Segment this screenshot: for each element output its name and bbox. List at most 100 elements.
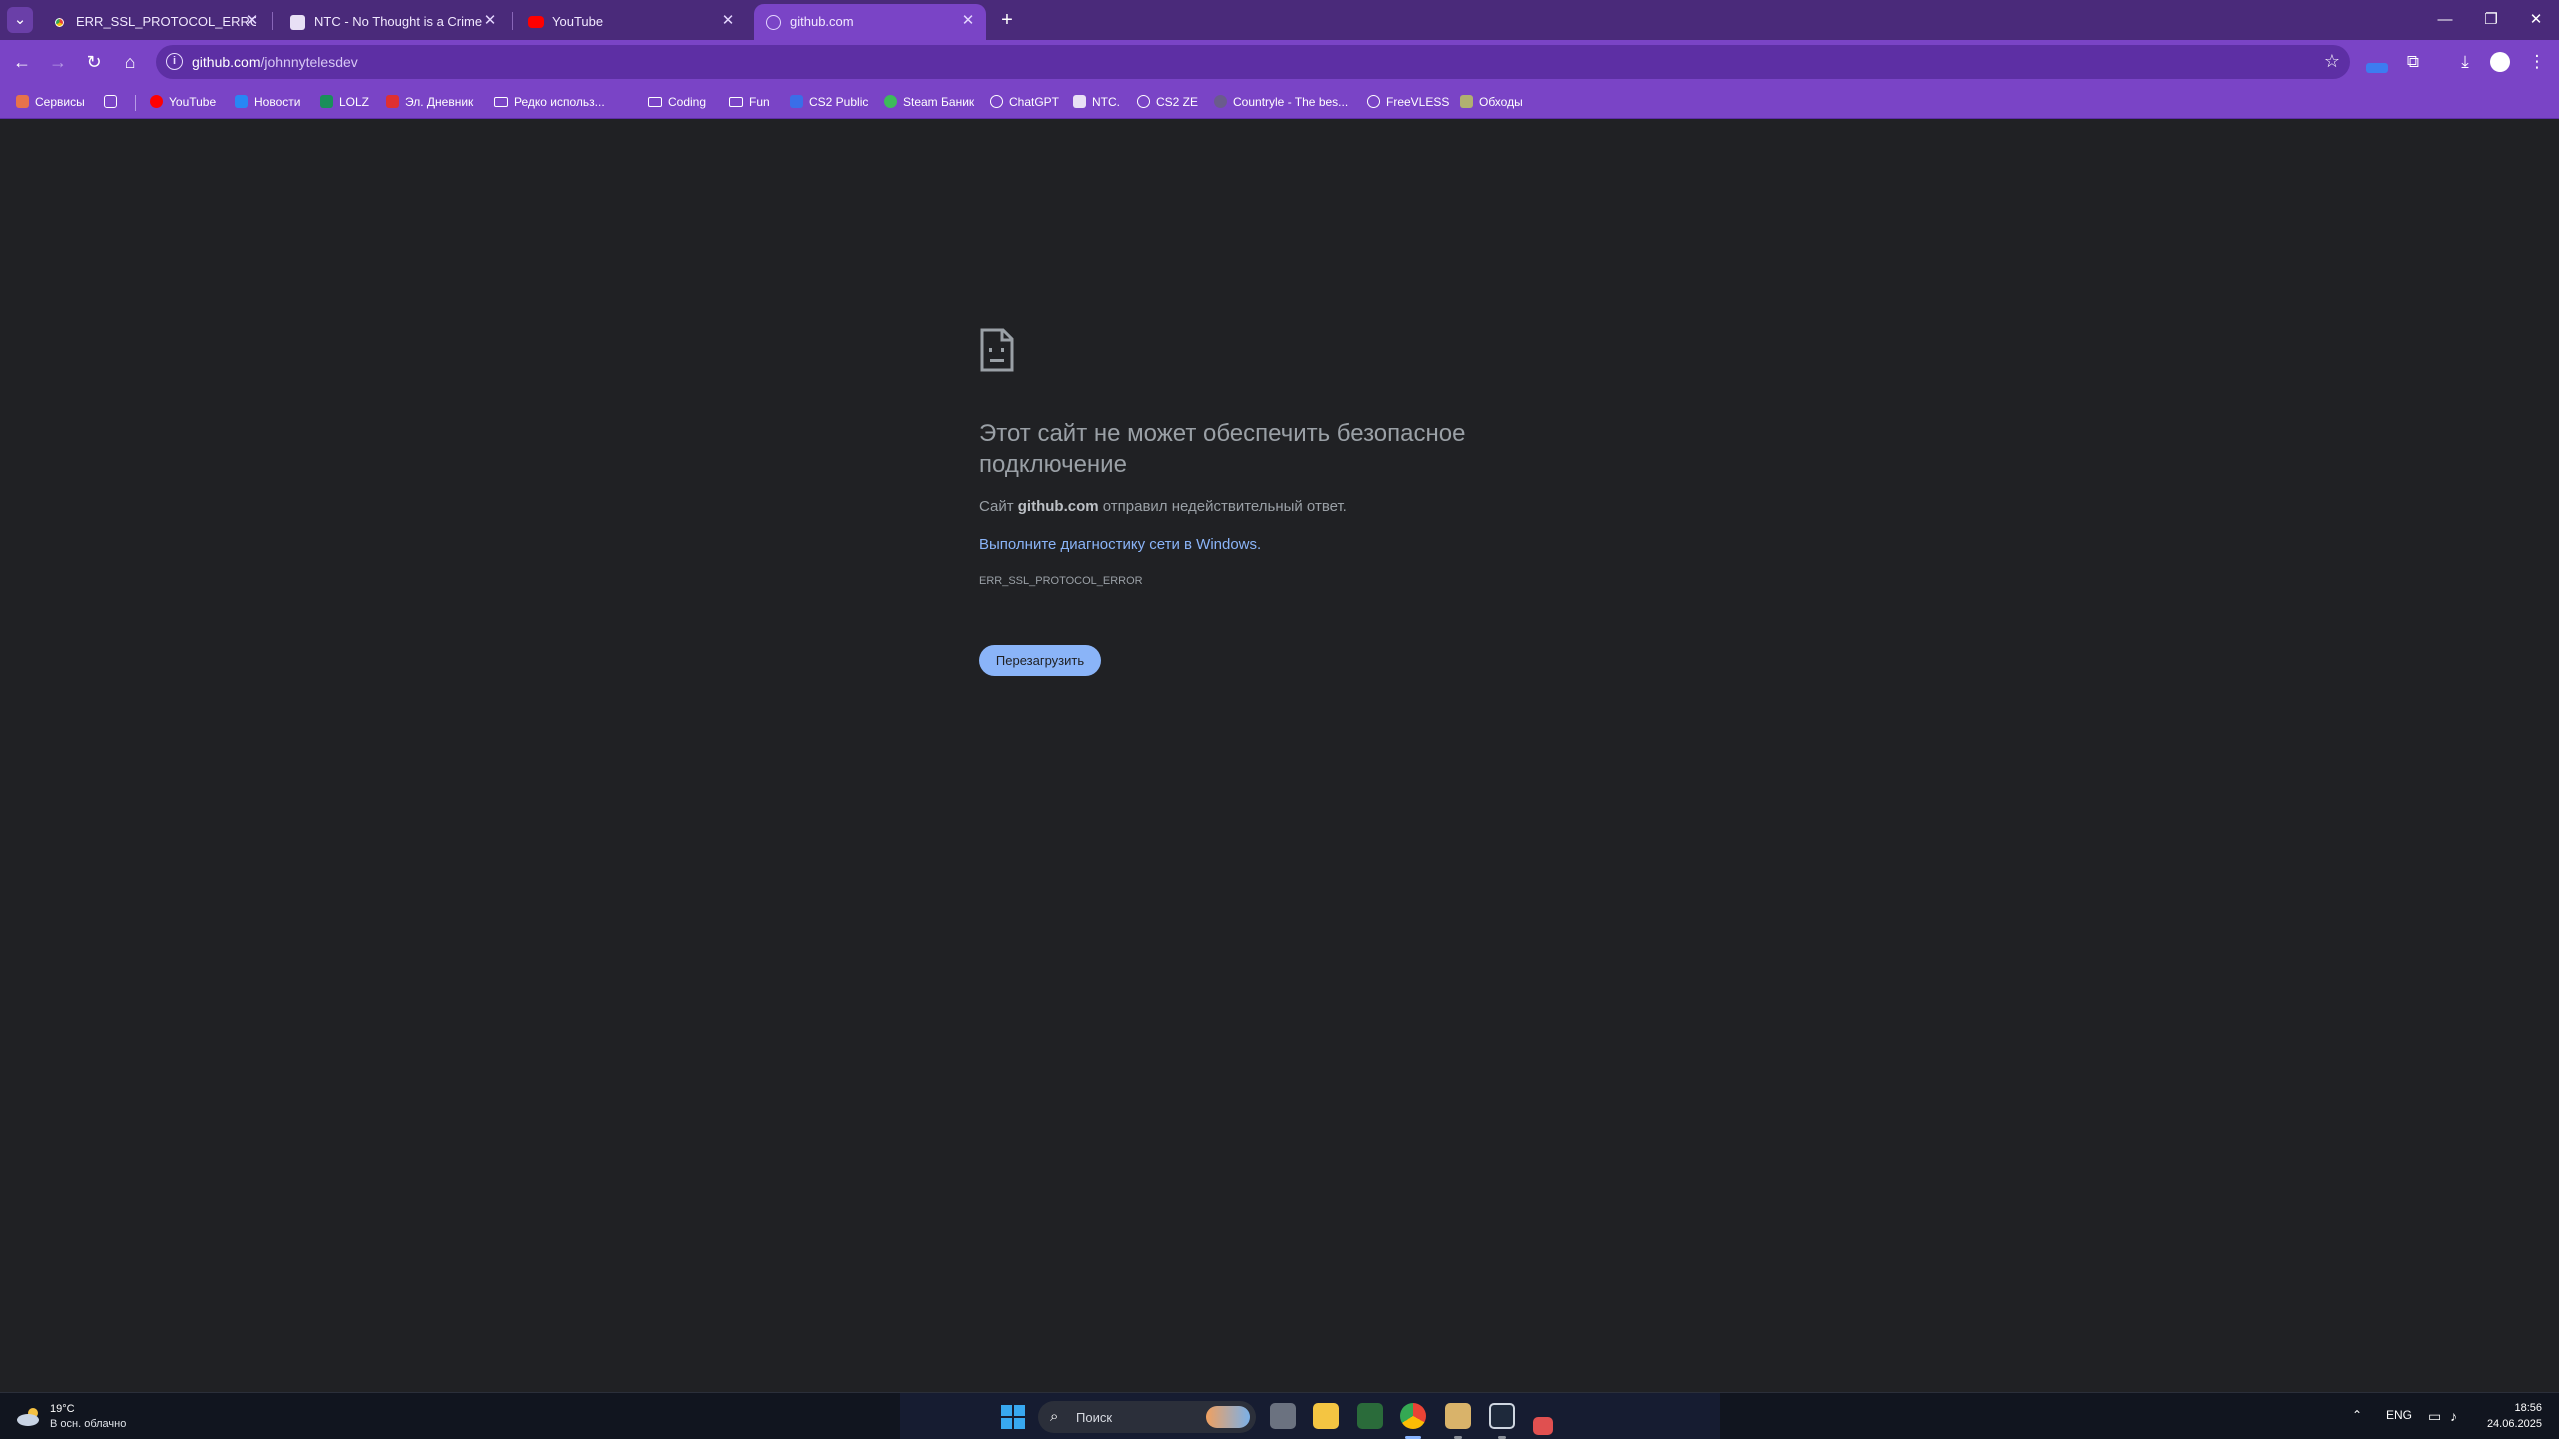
- extensions-puzzle-icon[interactable]: ⧉: [2400, 49, 2426, 75]
- tab-separator: [272, 12, 273, 30]
- cloudy-weather-icon[interactable]: [16, 1406, 44, 1426]
- bookmark-label: Новости: [254, 95, 301, 109]
- extension-icon[interactable]: [2366, 63, 2388, 73]
- tab-close-icon[interactable]: ✕: [958, 11, 978, 31]
- chrome-icon: [52, 15, 67, 30]
- tab-title: YouTube: [552, 14, 604, 29]
- youtube-icon: [150, 95, 163, 108]
- countryle-icon: [1214, 95, 1227, 108]
- weather-description[interactable]: В осн. облачно: [50, 1418, 126, 1430]
- search-icon: ⌕: [1050, 1408, 1059, 1425]
- language-indicator[interactable]: ENG: [2386, 1408, 2412, 1422]
- new-tab-button[interactable]: +: [994, 7, 1020, 33]
- bookmark-star-icon[interactable]: ☆: [2324, 51, 2340, 72]
- ntc-icon: [290, 15, 305, 30]
- chrome-icon[interactable]: [1400, 1403, 1426, 1429]
- address-bar[interactable]: i github.com/johnnytelesdev ☆: [156, 45, 2350, 79]
- bookmark-label: Fun: [749, 95, 770, 109]
- error-msg-suffix: отправил недействительный ответ.: [1102, 498, 1347, 515]
- bookmark-lolz[interactable]: LOLZ: [320, 93, 369, 111]
- zl-app-icon[interactable]: [1357, 1403, 1383, 1429]
- bookmark-news[interactable]: Новости: [235, 93, 300, 111]
- bookmark-label: Редко использ...: [514, 95, 605, 109]
- steam-icon: [884, 95, 897, 108]
- back-button[interactable]: ←: [8, 48, 36, 76]
- url-text[interactable]: github.com/johnnytelesdev: [192, 54, 358, 70]
- weather-temperature[interactable]: 19°C: [50, 1403, 75, 1415]
- bookmark-folder-coding[interactable]: Coding: [648, 93, 706, 111]
- download-icon[interactable]: ⤓: [2452, 49, 2478, 75]
- bookmark-label: Coding: [668, 95, 707, 109]
- restore-button[interactable]: ❐: [2468, 0, 2514, 40]
- file-explorer-icon[interactable]: [1313, 1403, 1339, 1429]
- tab-close-icon[interactable]: ✕: [480, 11, 500, 31]
- menu-kebab-icon[interactable]: ⋮: [2524, 49, 2550, 75]
- bookmark-ntc[interactable]: NTC.: [1073, 93, 1120, 111]
- globe-icon: [1137, 95, 1150, 108]
- clock-date[interactable]: 24.06.2025: [2482, 1418, 2542, 1430]
- cs2-icon: [790, 95, 803, 108]
- bookmark-label: Сервисы: [35, 95, 85, 109]
- bookmark-folder-rarely[interactable]: Редко использ...: [494, 93, 605, 111]
- error-message: Сайт github.com отправил недействительны…: [979, 498, 1347, 515]
- bookmark-freevless[interactable]: FreeVLESS: [1367, 93, 1449, 111]
- clock-time[interactable]: 18:56: [2482, 1402, 2542, 1414]
- error-msg-host: github.com: [1017, 498, 1099, 515]
- bookmark-label: CS2 ZE: [1156, 95, 1199, 109]
- start-button[interactable]: [1001, 1405, 1025, 1429]
- bookmarks-bar: Сервисы YouTube Новости LOLZ Эл. Дневник…: [0, 85, 2559, 119]
- bookmark-label: ChatGPT: [1009, 95, 1060, 109]
- bookmark-chatgpt[interactable]: ChatGPT: [990, 93, 1059, 111]
- bookmark-youtube[interactable]: YouTube: [150, 93, 216, 111]
- bookmark-grid[interactable]: [104, 93, 123, 111]
- tab-title: NTC - No Thought is a Crime: [314, 14, 483, 29]
- youtube-icon: [528, 16, 544, 28]
- task-view-icon[interactable]: [1270, 1403, 1296, 1429]
- reload-button[interactable]: Перезагрузить: [979, 645, 1101, 676]
- error-code: ERR_SSL_PROTOCOL_ERROR: [979, 575, 1143, 587]
- tray-overflow-icon[interactable]: ⌃: [2352, 1408, 2362, 1422]
- bookmark-diary[interactable]: Эл. Дневник: [386, 93, 473, 111]
- sad-document-icon: [980, 328, 1014, 372]
- site-info-icon[interactable]: i: [166, 53, 183, 70]
- bookmark-steam[interactable]: Steam Баник: [884, 93, 974, 111]
- tab-close-icon[interactable]: ✕: [242, 11, 262, 31]
- screen: ⌄ ERR_SSL_PROTOCOL_ERROR за ✕ NTC - No T…: [0, 0, 2559, 1439]
- bookmark-cs2-public[interactable]: CS2 Public: [790, 93, 868, 111]
- taskbar-search[interactable]: ⌕ Поиск: [1038, 1401, 1256, 1433]
- bookmark-folder-fun[interactable]: Fun: [729, 93, 770, 111]
- home-button[interactable]: ⌂: [116, 48, 144, 76]
- tab-ntc[interactable]: NTC - No Thought is a Crime ✕: [278, 4, 508, 40]
- lolz-icon: [320, 95, 333, 108]
- bookmark-label: Эл. Дневник: [405, 95, 474, 109]
- bookmark-services[interactable]: Сервисы: [16, 93, 85, 111]
- minimize-button[interactable]: —: [2422, 0, 2468, 40]
- grid-icon: [104, 95, 117, 108]
- terminal-icon[interactable]: [1489, 1403, 1515, 1429]
- browser-toolbar: ← → ↻ ⌂ i github.com/johnnytelesdev ☆ ⧉ …: [0, 40, 2559, 85]
- app-icon[interactable]: [1533, 1417, 1553, 1435]
- tab-err-ssl[interactable]: ERR_SSL_PROTOCOL_ERROR за ✕: [40, 4, 270, 40]
- network-diagnostics-link[interactable]: Выполните диагностику сети в Windows.: [979, 536, 1261, 553]
- app-icon[interactable]: [1445, 1403, 1471, 1429]
- tab-youtube[interactable]: YouTube ✕: [516, 4, 746, 40]
- close-window-button[interactable]: ✕: [2513, 0, 2559, 40]
- folder-icon: [494, 97, 508, 107]
- bookmark-cs2-ze[interactable]: CS2 ZE: [1137, 93, 1198, 111]
- tab-strip: ⌄ ERR_SSL_PROTOCOL_ERROR за ✕ NTC - No T…: [0, 0, 2559, 40]
- tab-search-button[interactable]: ⌄: [7, 7, 33, 33]
- url-host: github.com: [192, 54, 261, 70]
- reload-icon[interactable]: ↻: [80, 48, 108, 76]
- bookmark-label: FreeVLESS: [1386, 95, 1450, 109]
- url-path: /johnnytelesdev: [260, 54, 358, 70]
- tab-github[interactable]: github.com ✕: [754, 4, 986, 40]
- bookmark-countryle[interactable]: Countryle - The bes...: [1214, 93, 1348, 111]
- search-highlight-art: [1206, 1406, 1250, 1428]
- volume-icon[interactable]: ♪: [2450, 1408, 2457, 1424]
- bookmark-obhody[interactable]: Обходы: [1460, 93, 1523, 111]
- network-icon[interactable]: ▭: [2428, 1408, 2441, 1425]
- bookmark-label: Steam Баник: [903, 95, 975, 109]
- tab-close-icon[interactable]: ✕: [718, 11, 738, 31]
- profile-avatar[interactable]: [2490, 52, 2510, 72]
- forward-button[interactable]: →: [44, 48, 72, 76]
